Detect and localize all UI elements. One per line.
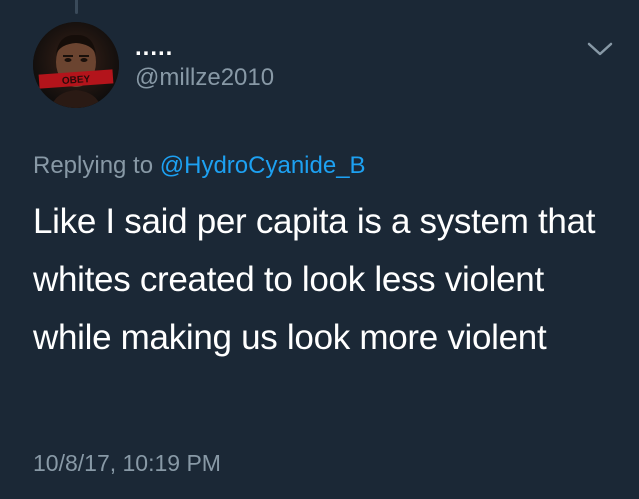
avatar[interactable]: OBEY	[33, 22, 119, 108]
tweet-text: Like I said per capita is a system that …	[33, 202, 596, 357]
display-name[interactable]: .....	[135, 36, 173, 60]
tweet-timestamp[interactable]: 10/8/17, 10:19 PM	[33, 447, 221, 479]
chevron-down-icon[interactable]	[585, 36, 615, 60]
replying-to-handle-link[interactable]: @HydroCyanide_B	[160, 152, 366, 179]
avatar-image: OBEY	[33, 22, 119, 108]
user-handle[interactable]: @millze2010	[135, 63, 274, 93]
thread-connector-line	[75, 0, 78, 14]
replying-to-label: Replying to	[33, 152, 160, 179]
avatar-overlay-text: OBEY	[62, 74, 91, 87]
replying-to-line: Replying to @HydroCyanide_B	[33, 150, 366, 182]
